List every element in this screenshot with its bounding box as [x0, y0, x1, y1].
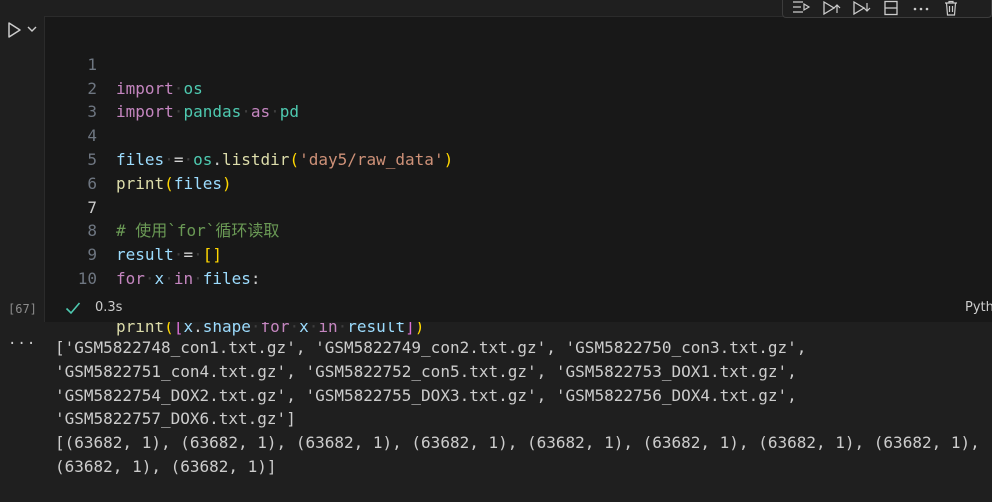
kernel-language-label[interactable]: Python [965, 300, 992, 315]
code-line[interactable]: 11 print([x.shape·for·x·in·result]) [45, 267, 992, 336]
execute-above-icon[interactable] [819, 0, 843, 17]
code-line[interactable]: 5 print(files) [45, 124, 992, 193]
output-more-icon[interactable]: ··· [8, 336, 35, 352]
execution-count: [67] [8, 302, 37, 316]
output-line: [(63682, 1), (63682, 1), (63682, 1), (63… [55, 433, 980, 453]
code-line[interactable]: 6 [45, 148, 992, 193]
output-line: 'GSM5822754_DOX2.txt.gz', 'GSM5822755_DO… [55, 385, 797, 405]
execute-below-icon[interactable] [849, 0, 873, 17]
code-line[interactable]: 2 import·pandas·as·pd [45, 53, 992, 122]
output-line: 'GSM5822751_con4.txt.gz', 'GSM5822752_co… [55, 361, 797, 381]
delete-cell-icon[interactable] [939, 0, 963, 17]
more-actions-icon[interactable] [909, 0, 933, 17]
code-line[interactable]: 10 ····result.append(pd.read_table("day5… [45, 243, 992, 312]
cell-status-bar: 0.3s Python [44, 294, 992, 322]
split-cell-icon[interactable] [879, 0, 903, 17]
check-icon [65, 302, 81, 315]
run-cell-icon[interactable] [4, 20, 24, 40]
cell-run-area [0, 16, 44, 46]
code-lines: 1 import·os 2 import·pandas·as·pd 3 4 fi… [45, 29, 992, 336]
code-line[interactable]: 4 files·=·os.listdir('day5/raw_data') [45, 100, 992, 169]
output-line: (63682, 1), (63682, 1)] [55, 456, 277, 476]
code-line[interactable]: 9 for·x·in·files: [45, 219, 992, 288]
cell-output: ['GSM5822748_con1.txt.gz', 'GSM5822749_c… [55, 336, 990, 479]
code-line[interactable]: 1 import·os [45, 29, 992, 98]
notebook-page: 1 import·os 2 import·pandas·as·pd 3 4 fi… [0, 0, 992, 502]
code-line[interactable]: 8 result·=·[] [45, 196, 992, 264]
execution-duration: 0.3s [95, 300, 123, 315]
run-by-line-icon[interactable] [789, 0, 813, 17]
output-line: ['GSM5822748_con1.txt.gz', 'GSM5822749_c… [55, 338, 807, 357]
code-line[interactable]: 7 # 使用`for`循环读取 [45, 172, 992, 241]
chevron-down-icon[interactable] [26, 22, 38, 36]
code-cell-editor[interactable]: 1 import·os 2 import·pandas·as·pd 3 4 fi… [44, 16, 992, 336]
code-line[interactable]: 3 [45, 77, 992, 121]
output-line: 'GSM5822757_DOX6.txt.gz'] [55, 409, 296, 429]
cell-toolbar [782, 0, 992, 18]
